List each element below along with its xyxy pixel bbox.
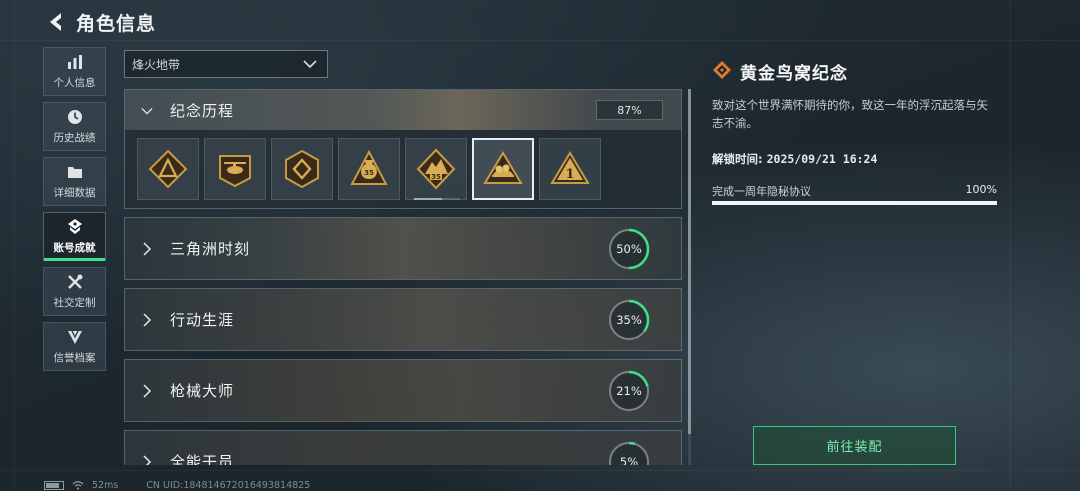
badge-slot[interactable]: 1 [539, 138, 601, 200]
category-header[interactable]: 纪念历程 87% [125, 90, 681, 130]
achievement-list[interactable]: 纪念历程 87% 35 35 1 三角洲时刻 50% 行动生涯 35% 枪械大师… [124, 89, 684, 465]
sidebar-item-details[interactable]: 详细数据 [43, 157, 106, 206]
list-scrollbar-thumb[interactable] [688, 89, 691, 434]
category-name: 行动生涯 [170, 311, 235, 329]
category-name: 三角洲时刻 [170, 240, 251, 258]
go-equip-button[interactable]: 前往装配 [753, 426, 956, 465]
wifi-icon [72, 481, 84, 490]
category-percent: 5% [619, 455, 639, 465]
shield-icon [67, 330, 82, 344]
sidebar-item-label: 社交定制 [53, 297, 96, 309]
category-percent: 87% [596, 100, 663, 120]
page-title: 角色信息 [76, 13, 157, 35]
category-name: 全能干员 [170, 453, 235, 465]
achievement-description: 致对这个世界满怀期待的你，致这一年的浮沉起落与矢志不渝。 [712, 98, 988, 130]
sidebar-item-profile[interactable]: 个人信息 [43, 47, 106, 96]
sidebar-item-history[interactable]: 历史战绩 [43, 102, 106, 151]
clock-icon [67, 110, 82, 124]
category-progress-ring: 50% [607, 227, 651, 271]
bar-chart-icon [67, 55, 82, 69]
category-progress-ring: 21% [607, 369, 651, 413]
badge-slot[interactable] [137, 138, 199, 200]
badge-slot[interactable] [204, 138, 266, 200]
battery-icon [44, 480, 64, 490]
category-progress-ring: 5% [607, 440, 651, 465]
badge-progress-bar [414, 198, 460, 200]
badge-slot[interactable]: 35 [405, 138, 467, 200]
badge-caption: 1 [565, 167, 574, 182]
unlock-time-label: 解锁时间: [712, 152, 763, 166]
category-progress-ring: 35% [607, 298, 651, 342]
category-name: 枪械大师 [170, 382, 235, 400]
user-uid: CN UID:18481467201649381482​5 [146, 479, 311, 491]
category-memorial[interactable]: 纪念历程 87% 35 35 1 [124, 89, 682, 209]
unlock-time-value: 2025/09/21 16:24 [766, 152, 878, 166]
badge-slot[interactable] [271, 138, 333, 200]
badge-caption: 35 [364, 169, 374, 177]
mode-dropdown[interactable]: 烽火地带 [124, 50, 328, 78]
category-all-round-operator[interactable]: 全能干员 5% [124, 430, 682, 465]
sidebar-item-reputation[interactable]: 信誉档案 [43, 322, 106, 371]
folder-icon [67, 167, 82, 178]
sidebar-item-label: 历史战绩 [53, 132, 96, 144]
sidebar-item-label: 信誉档案 [53, 352, 96, 364]
sidebar-item-social[interactable]: 社交定制 [43, 267, 106, 316]
achievement-title: 黄金鸟窝纪念 [740, 64, 848, 84]
grid-line [0, 40, 1080, 41]
category-percent: 35% [616, 313, 642, 327]
task-name: 完成一周年隐秘协议 [712, 185, 811, 198]
category-operation-career[interactable]: 行动生涯 35% [124, 288, 682, 351]
badge-slot[interactable]: 35 [338, 138, 400, 200]
sidebar: 个人信息 历史战绩 详细数据 账号成就 社交定制 信誉档案 [43, 47, 106, 377]
sidebar-item-label: 个人信息 [53, 77, 96, 89]
chevron-right-icon [143, 384, 152, 398]
back-arrow-icon[interactable] [44, 10, 68, 34]
sidebar-item-achievements[interactable]: 账号成就 [43, 212, 106, 261]
mountain-badge-icon: 35 [416, 148, 456, 190]
sidebar-item-label: 详细数据 [53, 187, 96, 199]
number-one-badge-icon: 1 [550, 151, 590, 184]
chevron-down-icon [141, 107, 153, 115]
grid-line [0, 470, 1080, 471]
ping-value: 52ms [92, 479, 119, 491]
triangle-badge-icon [148, 149, 188, 189]
hexagon-badge-icon [285, 149, 319, 189]
unlock-time: 解锁时间: 2025/09/21 16:24 [712, 151, 877, 167]
helicopter-badge-icon [219, 155, 251, 188]
task-progress-fill [712, 201, 997, 205]
badge-slot-selected[interactable] [472, 138, 534, 200]
category-delta-moments[interactable]: 三角洲时刻 50% [124, 217, 682, 280]
task-percent: 100% [965, 183, 997, 196]
grid-line [1010, 0, 1011, 491]
grid-line [14, 0, 15, 491]
category-name: 纪念历程 [170, 102, 235, 120]
chevron-down-icon [303, 60, 317, 69]
chevron-right-icon [143, 313, 152, 327]
task-progress-bar [712, 201, 997, 205]
list-scrollbar[interactable] [688, 89, 691, 465]
badge-caption: 35 [431, 173, 441, 181]
achievement-diamond-icon [713, 61, 731, 79]
chevron-right-icon [143, 242, 152, 256]
category-percent: 50% [616, 242, 642, 256]
sidebar-item-label: 账号成就 [53, 242, 96, 254]
status-bar: 52ms CN UID:18481467201649381482​5 [44, 479, 310, 491]
tools-icon [67, 274, 82, 289]
category-percent: 21% [616, 384, 642, 398]
money-bag-badge-icon: 35 [350, 149, 388, 185]
achievement-icon [67, 219, 82, 234]
mode-dropdown-value: 烽火地带 [132, 57, 181, 72]
category-weapon-master[interactable]: 枪械大师 21% [124, 359, 682, 422]
chevron-right-icon [143, 455, 152, 465]
golden-nest-badge-icon [483, 151, 523, 184]
